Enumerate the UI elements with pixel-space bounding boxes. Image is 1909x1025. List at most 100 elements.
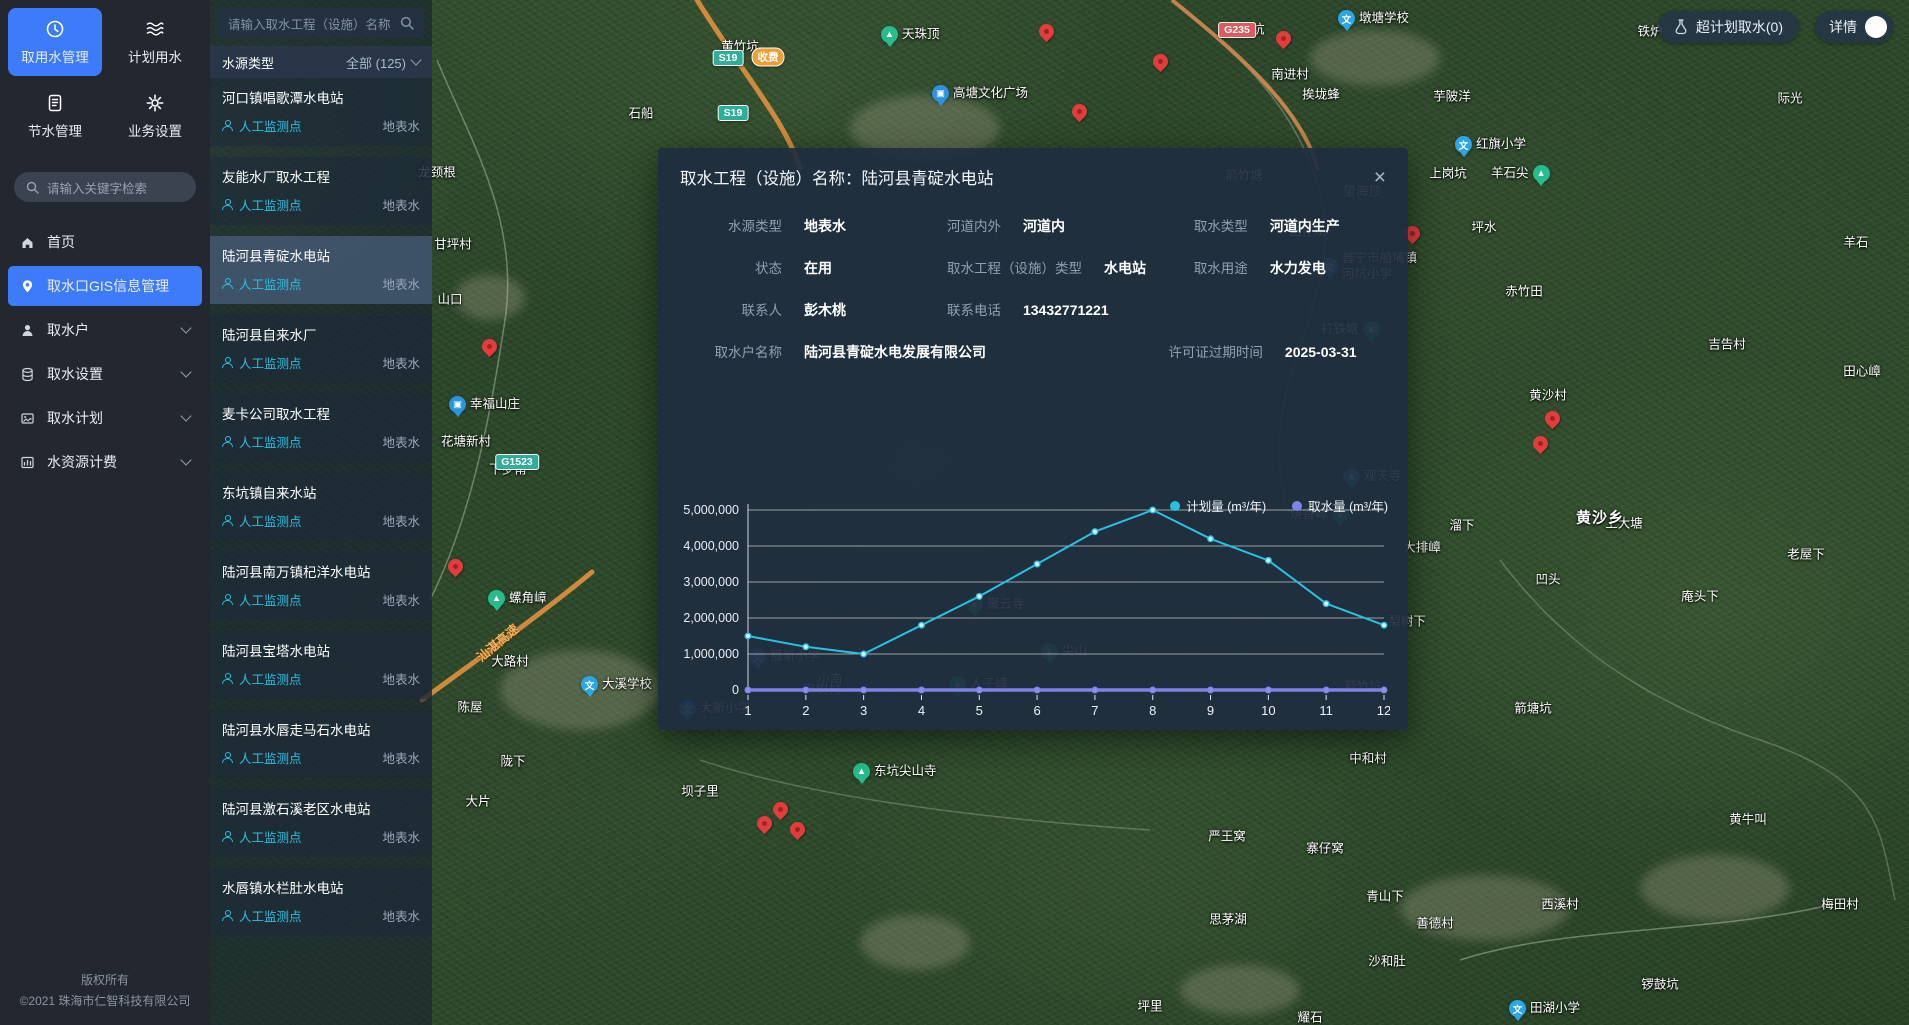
scenic-poi-icon: ▲ (853, 763, 870, 780)
chart-data-point (919, 622, 925, 628)
person-icon (222, 673, 233, 684)
field-value: 水电站 (1104, 258, 1146, 278)
menu-item-water-billing[interactable]: 水资源计费 (8, 442, 202, 482)
station-meta-row: 人工监测点 地表水 (222, 511, 420, 530)
details-label: 详情 (1829, 17, 1857, 37)
poi-label: 高塘文化广场 (953, 86, 1028, 102)
map-label: 花塘新村 (441, 431, 491, 450)
station-list-item[interactable]: 陆河县自来水厂人工监测点地表水 (210, 315, 432, 383)
monitor-type: 人工监测点 (222, 827, 302, 846)
field-value: 河道内生产 (1270, 216, 1340, 236)
station-meta-row: 人工监测点地表水 (222, 906, 420, 925)
map-label: 中和村 (1349, 748, 1387, 767)
civic-poi-icon: ▣ (932, 85, 949, 102)
chart-data-point (861, 687, 867, 693)
menu-item-intake-settings[interactable]: 取水设置 (8, 354, 202, 394)
y-axis-label: 5,000,000 (683, 503, 739, 517)
app-water-intake-management[interactable]: 取用水管理 (8, 8, 102, 76)
legend-item[interactable]: 计划量 (m³/年) (1170, 496, 1266, 515)
station-list-item[interactable]: 陆河县宝塔水电站人工监测点地表水 (210, 631, 432, 699)
station-list-item[interactable]: 河口镇唱歌潭水电站人工监测点地表水 (210, 78, 432, 146)
x-axis-label: 6 (1033, 703, 1040, 718)
chevron-down-icon (180, 454, 191, 465)
map-poi-marker[interactable]: ▲天珠顶 (881, 26, 940, 43)
chart-data-point (1092, 529, 1098, 535)
map-label: 老屋下 (1787, 544, 1825, 563)
scenic-poi-icon: ▲ (488, 590, 505, 607)
station-detail-modal: 取水工程（设施）名称：陆河县青碇水电站 × 水源类型地表水河道内外河道内取水类型… (658, 148, 1408, 730)
map-poi-marker[interactable]: ▲东坑尖山寺 (853, 763, 937, 780)
map-label: 田心嶂 (1843, 361, 1881, 380)
chart-data-point (1150, 687, 1156, 693)
menu-label: 取水设置 (47, 364, 103, 384)
map-poi-marker[interactable]: ▲羊石尖 (1491, 165, 1550, 182)
station-list-item[interactable]: 陆河县激石溪老区水电站人工监测点地表水 (210, 789, 432, 857)
map-label: 上岗坑 (1429, 163, 1467, 182)
station-list-item[interactable]: 水唇镇水栏肚水电站人工监测点地表水 (210, 868, 432, 936)
person-icon (222, 910, 233, 921)
map-poi-marker[interactable]: 文大溪学校 (581, 676, 652, 693)
app-water-saving-management[interactable]: 节水管理 (8, 82, 102, 150)
field-value: 水力发电 (1270, 258, 1326, 278)
app-business-settings[interactable]: 业务设置 (108, 82, 202, 150)
menu-item-home[interactable]: 首页 (8, 222, 202, 262)
station-meta-row: 人工监测点地表水 (222, 432, 420, 451)
search-icon (400, 16, 414, 30)
field-cell: 取水工程（设施）类型水电站 (947, 257, 1194, 278)
water-source-type-filter[interactable]: 水源类型 全部 (125) (210, 46, 432, 78)
chart-data-point (1208, 536, 1214, 542)
map-poi-marker[interactable]: ▣高塘文化广场 (932, 85, 1028, 102)
details-toggle[interactable]: 详情 (1815, 11, 1893, 43)
map-label: 严王窝 (1208, 826, 1246, 845)
map-label: 石船 (628, 103, 653, 122)
field-cell: 取水类型河道内生产 (1194, 215, 1408, 236)
map-label: 陇下 (500, 751, 525, 770)
y-axis-label: 1,000,000 (683, 647, 739, 661)
water-source-type: 地表水 (382, 116, 420, 135)
station-name: 水唇镇水栏肚水电站 (222, 877, 420, 897)
x-axis-label: 10 (1261, 703, 1275, 718)
chart-data-point (919, 687, 925, 693)
school-poi-icon: 文 (1509, 1000, 1526, 1017)
map-poi-marker[interactable]: 文田湖小学 (1509, 1000, 1580, 1017)
map-poi-marker[interactable]: ▣幸福山庄 (449, 396, 520, 413)
monitor-type: 人工监测点 (222, 511, 302, 530)
station-name: 陆河县青碇水电站 (222, 245, 420, 265)
station-name: 陆河县激石溪老区水电站 (222, 798, 420, 818)
legend-dot-icon (1292, 501, 1302, 511)
chart-data-point (861, 651, 867, 657)
field-label: 取水户名称 (682, 341, 782, 361)
map-label: 寨仔窝 (1306, 838, 1344, 857)
menu-item-water-users[interactable]: 取水户 (8, 310, 202, 350)
station-list-item[interactable]: 友能水厂取水工程人工监测点地表水 (210, 157, 432, 225)
app-label: 业务设置 (128, 120, 182, 140)
poi-label: 天珠顶 (902, 27, 940, 43)
station-list-item[interactable]: 东坑镇自来水站人工监测点地表水 (210, 473, 432, 541)
modal-fields: 水源类型地表水河道内外河道内取水类型河道内生产状态在用取水工程（设施）类型水电站… (658, 197, 1408, 362)
legend-item[interactable]: 取水量 (m³/年) (1292, 496, 1388, 515)
map-poi-marker[interactable]: 文墩塘学校 (1338, 10, 1409, 27)
station-list-item[interactable]: 陆河县水唇走马石水电站人工监测点地表水 (210, 710, 432, 778)
station-list-item[interactable]: 陆河县青碇水电站人工监测点地表水 (210, 236, 432, 304)
water-source-type: 地表水 (382, 511, 420, 530)
menu-item-intake-plan[interactable]: 取水计划 (8, 398, 202, 438)
map-poi-marker[interactable]: ▲螺角嶂 (488, 590, 547, 607)
map-poi-marker[interactable]: 文红旗小学 (1455, 136, 1526, 153)
x-axis-label: 3 (860, 703, 867, 718)
road-badge: S19 (718, 105, 749, 121)
over-plan-water-button[interactable]: 超计划取水(0) (1658, 11, 1799, 43)
station-name: 友能水厂取水工程 (222, 166, 420, 186)
toggle-knob (1865, 16, 1887, 38)
keyword-search-input[interactable]: 请输入关键字检索 (14, 172, 196, 202)
chart-data-point (976, 687, 982, 693)
menu-item-gis-info[interactable]: 取水口GIS信息管理 (8, 266, 202, 306)
monitor-type-label: 人工监测点 (239, 432, 302, 451)
station-search-input[interactable]: 请输入取水工程（设施）名称 (218, 8, 424, 38)
app-planned-water-use[interactable]: 计划用水 (108, 8, 202, 76)
station-list-item[interactable]: 麦卡公司取水工程人工监测点地表水 (210, 394, 432, 462)
close-icon[interactable]: × (1374, 167, 1386, 188)
station-name: 陆河县自来水厂 (222, 324, 420, 344)
field-value: 在用 (804, 258, 832, 278)
station-list-item[interactable]: 陆河县南万镇杞洋水电站人工监测点地表水 (210, 552, 432, 620)
poi-label: 红旗小学 (1476, 137, 1526, 153)
